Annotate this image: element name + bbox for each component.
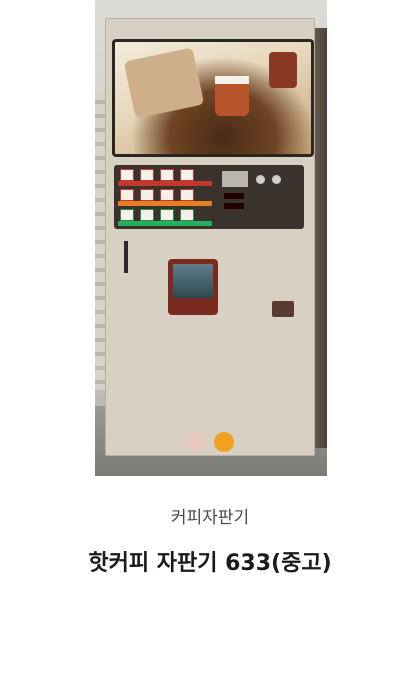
coffee-sack-graphic — [123, 47, 205, 119]
selection-button — [140, 189, 154, 201]
coffee-poster — [112, 39, 314, 157]
led-readout — [224, 193, 244, 199]
vending-machine-body — [105, 18, 315, 456]
selection-button — [140, 169, 154, 181]
carousel-dot-2[interactable] — [214, 432, 234, 452]
label-strip-green — [118, 221, 212, 226]
selection-button — [120, 209, 134, 221]
coin-display — [222, 171, 248, 187]
dispense-window — [173, 264, 213, 298]
door-handle — [124, 241, 128, 273]
led-readout — [224, 203, 244, 209]
machine-side-panel — [313, 28, 327, 448]
selection-button — [160, 209, 174, 221]
selection-button — [140, 209, 154, 221]
selection-button — [180, 169, 194, 181]
selection-button — [120, 189, 134, 201]
product-title: 핫커피 자판기 633(중고) — [88, 551, 332, 576]
selection-button — [180, 209, 194, 221]
label-strip-red — [118, 181, 212, 186]
selection-panel — [114, 165, 304, 229]
selection-button — [180, 189, 194, 201]
coffee-cup-graphic — [215, 76, 249, 116]
return-knob — [256, 175, 265, 184]
dispense-door — [168, 259, 218, 315]
selection-button — [160, 189, 174, 201]
coin-return-slot — [272, 301, 294, 317]
return-knob — [272, 175, 281, 184]
product-image[interactable] — [95, 0, 327, 476]
carousel-indicator — [0, 432, 420, 452]
selection-row-1 — [120, 169, 194, 181]
selection-row-3 — [120, 209, 194, 221]
selection-button — [120, 169, 134, 181]
coffee-grinder-graphic — [269, 52, 297, 88]
label-strip-orange — [118, 201, 212, 206]
product-category: 커피자판기 — [170, 508, 250, 528]
selection-button — [160, 169, 174, 181]
selection-row-2 — [120, 189, 194, 201]
carousel-dot-1[interactable] — [186, 432, 206, 452]
